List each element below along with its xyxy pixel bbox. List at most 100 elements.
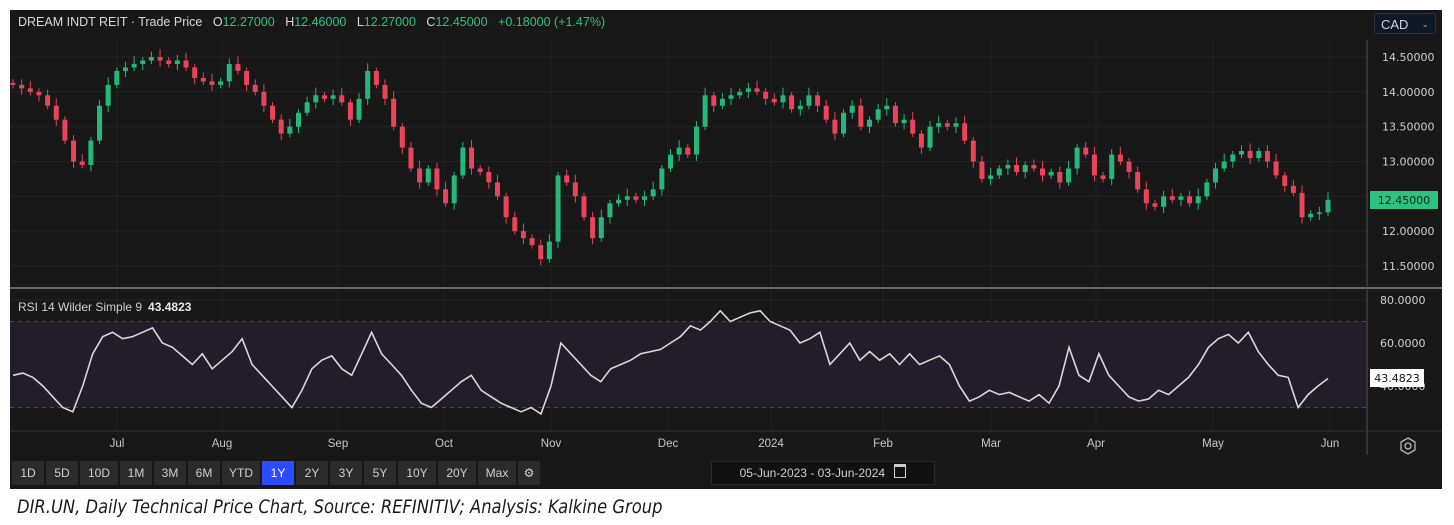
candle: [1065, 160, 1071, 186]
candle-body: [200, 77, 206, 82]
candle-body: [19, 84, 25, 89]
candle: [875, 103, 881, 124]
candle-body: [347, 102, 353, 120]
range-button-5d[interactable]: 5D: [46, 461, 78, 485]
candle-body: [88, 140, 94, 165]
candle: [166, 57, 172, 68]
date-range-picker[interactable]: 05-Jun-2023 - 03-Jun-2024: [711, 461, 935, 485]
candle-body: [719, 98, 725, 106]
candle: [1135, 166, 1141, 193]
candle-body: [1230, 154, 1236, 162]
candle-body: [1187, 196, 1193, 204]
candle-body: [555, 175, 561, 242]
candle-body: [832, 119, 838, 134]
candle-body: [1325, 199, 1331, 213]
candle: [806, 87, 812, 110]
range-button-3m[interactable]: 3M: [154, 461, 186, 485]
candle-body: [114, 70, 120, 85]
candle: [944, 119, 950, 131]
candle-body: [564, 175, 570, 183]
candle: [520, 223, 526, 245]
candle-body: [884, 105, 890, 110]
candle: [434, 162, 440, 196]
candle-body: [1100, 175, 1106, 179]
candle: [918, 130, 924, 154]
range-button-2y[interactable]: 2Y: [296, 461, 328, 485]
candle: [62, 116, 68, 145]
candle-body: [278, 119, 284, 134]
candle: [529, 234, 535, 249]
candle: [408, 141, 414, 172]
candle-body: [373, 70, 379, 85]
candle-body: [763, 91, 769, 99]
range-button-10d[interactable]: 10D: [80, 461, 118, 485]
candle-body: [166, 60, 172, 64]
candle: [849, 100, 855, 120]
range-button-5y[interactable]: 5Y: [364, 461, 396, 485]
candle: [1213, 162, 1219, 189]
candle-body: [469, 147, 475, 169]
candle-body: [209, 81, 215, 85]
price-tick-label: 12.00000: [1382, 225, 1435, 238]
range-button-3y[interactable]: 3Y: [330, 461, 362, 485]
candle: [763, 88, 769, 106]
candle-body: [1135, 171, 1141, 190]
candle: [823, 100, 829, 124]
candle: [676, 139, 682, 161]
range-button-max[interactable]: Max: [478, 461, 516, 485]
time-tick-label: Jun: [1321, 438, 1340, 450]
rsi-tick-label: 80.0000: [1380, 294, 1426, 307]
rsi-band: [10, 321, 1367, 408]
candle: [192, 63, 198, 85]
candle-body: [520, 231, 526, 239]
range-button-1d[interactable]: 1D: [12, 461, 44, 485]
candle-body: [590, 217, 596, 239]
candle: [702, 87, 708, 131]
candle: [866, 116, 872, 133]
candle: [1178, 192, 1184, 207]
rsi-label: RSI 14 Wilder Simple 9: [18, 300, 143, 314]
candle-body: [1290, 185, 1296, 193]
candle-body: [910, 119, 916, 134]
candle: [252, 79, 258, 96]
candle-body: [1109, 154, 1115, 179]
candle-body: [1126, 161, 1132, 172]
candle: [235, 56, 241, 75]
time-tick-label: Aug: [212, 438, 232, 450]
candle: [996, 164, 1002, 179]
candle: [503, 192, 509, 224]
chart-canvas[interactable]: 14.50000 14.00000 13.50000 13.00000 12.00000…: [10, 10, 1442, 489]
range-button-ytd[interactable]: YTD: [222, 461, 260, 485]
candle-body: [598, 217, 604, 239]
candle-body: [711, 95, 717, 106]
calendar-icon[interactable]: [894, 464, 907, 478]
candle: [1230, 151, 1236, 168]
candle-body: [1091, 154, 1097, 176]
candle: [382, 79, 388, 106]
candle-body: [408, 147, 414, 169]
settings-gear-icon[interactable]: [1400, 437, 1416, 455]
candle-body: [1308, 213, 1314, 218]
range-settings-gear-icon[interactable]: ⚙: [518, 461, 540, 485]
date-to: 03-Jun-2024: [817, 466, 886, 480]
candle: [270, 102, 276, 124]
range-button-6m[interactable]: 6M: [188, 461, 220, 485]
candle-body: [1221, 161, 1227, 169]
last-price-tag: 12.45000: [1370, 191, 1438, 209]
candle-body: [1282, 175, 1288, 186]
candle-body: [642, 196, 648, 200]
candle-body: [1178, 196, 1184, 200]
range-button-1y[interactable]: 1Y: [262, 461, 294, 485]
time-tick-label: Apr: [1087, 438, 1105, 450]
candle: [1022, 161, 1028, 179]
range-button-10y[interactable]: 10Y: [398, 461, 436, 485]
candle-body: [927, 126, 933, 148]
time-tick-label: Sep: [328, 438, 348, 450]
candle-body: [944, 123, 950, 127]
range-button-1m[interactable]: 1M: [120, 461, 152, 485]
candle-body: [1204, 182, 1210, 197]
range-button-20y[interactable]: 20Y: [438, 461, 476, 485]
candle-body: [780, 95, 786, 103]
candle: [650, 181, 656, 200]
candle: [1290, 180, 1296, 197]
